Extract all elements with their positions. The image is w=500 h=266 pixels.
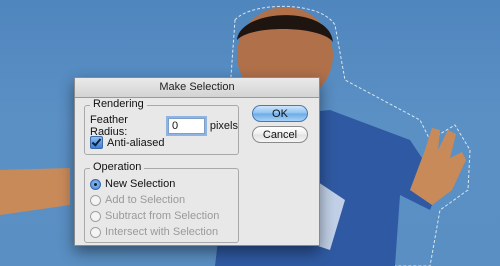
radio-new-selection[interactable]: New Selection <box>90 178 175 190</box>
radio-subtract-from-selection-label: Subtract from Selection <box>105 210 220 222</box>
make-selection-dialog: Make Selection Rendering Feather Radius:… <box>74 77 320 246</box>
radio-intersect-with-selection-label: Intersect with Selection <box>105 226 219 238</box>
dialog-title: Make Selection <box>75 78 319 98</box>
feather-radius-input[interactable]: 0 <box>167 118 205 134</box>
feather-radius-row: Feather Radius: 0 pixels <box>90 114 238 138</box>
cancel-button[interactable]: Cancel <box>252 126 308 143</box>
radio-add-to-selection: Add to Selection <box>90 194 185 206</box>
feather-radius-label: Feather Radius: <box>90 114 128 138</box>
radio-intersect-with-selection-button <box>90 226 101 238</box>
anti-aliased-row[interactable]: Anti-aliased <box>90 136 164 149</box>
radio-new-selection-label: New Selection <box>105 178 176 190</box>
radio-subtract-from-selection: Subtract from Selection <box>90 210 219 222</box>
radio-new-selection-button[interactable] <box>90 178 101 190</box>
feather-units-label: pixels <box>209 120 238 132</box>
anti-aliased-label: Anti-aliased <box>107 136 165 149</box>
radio-add-to-selection-button <box>90 194 101 206</box>
anti-aliased-checkbox[interactable] <box>90 136 103 149</box>
rendering-group: Rendering Feather Radius: 0 pixels Anti-… <box>84 98 239 155</box>
radio-add-to-selection-label: Add to Selection <box>105 194 186 206</box>
operation-group: Operation New Selection Add to Selection… <box>84 161 239 243</box>
ok-button[interactable]: OK <box>252 105 308 122</box>
radio-subtract-from-selection-button <box>90 210 101 222</box>
rendering-group-title: Rendering <box>90 98 147 110</box>
radio-intersect-with-selection: Intersect with Selection <box>90 226 218 238</box>
operation-group-title: Operation <box>90 161 145 173</box>
